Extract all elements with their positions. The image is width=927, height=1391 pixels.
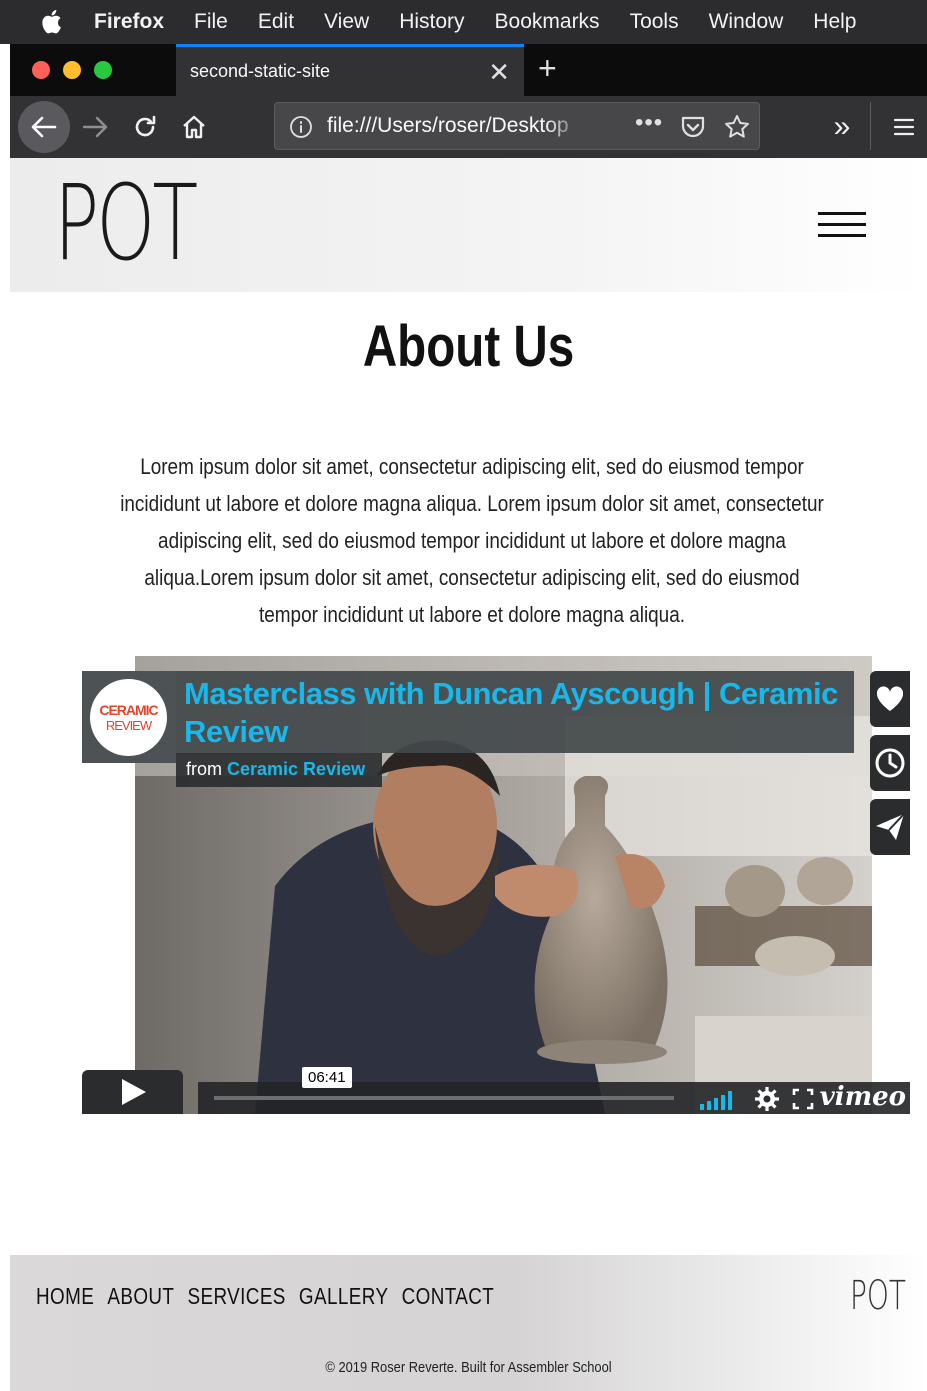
footer-nav: HOME ABOUT SERVICES GALLERY CONTACT	[36, 1283, 494, 1310]
page-title: About Us	[362, 314, 575, 379]
close-window-button[interactable]	[32, 61, 50, 79]
heart-icon	[876, 686, 904, 711]
home-icon	[183, 115, 205, 139]
hamburger-line	[818, 212, 866, 215]
footer-nav-home[interactable]: HOME	[36, 1283, 94, 1310]
progress-bar[interactable]	[214, 1096, 674, 1100]
tab-strip: second-static-site ✕ +	[10, 44, 927, 96]
app-menu-button[interactable]	[888, 111, 920, 143]
footer-logo[interactable]: POT	[850, 1273, 906, 1319]
reload-icon	[135, 115, 156, 137]
minimize-window-button[interactable]	[63, 61, 81, 79]
channel-link[interactable]: Ceramic Review	[227, 759, 365, 779]
footer-nav-services[interactable]: SERVICES	[187, 1283, 285, 1310]
back-arrow-icon	[31, 116, 57, 138]
settings-gear-icon[interactable]	[754, 1086, 780, 1112]
toolbar-divider	[870, 102, 871, 150]
play-icon	[121, 1079, 146, 1105]
channel-badge[interactable]: CERAMIC REVIEW	[82, 671, 176, 763]
overflow-chevron-icon[interactable]: »	[826, 110, 858, 143]
forward-button[interactable]	[80, 112, 110, 142]
info-icon[interactable]	[289, 115, 313, 139]
channel-logo-line2: REVIEW	[105, 718, 152, 733]
menu-window[interactable]: Window	[709, 10, 784, 34]
control-bar: 06:41 vimeo	[198, 1067, 910, 1114]
hamburger-line	[818, 234, 866, 237]
apple-icon[interactable]	[40, 9, 62, 35]
url-fade	[545, 107, 585, 145]
menu-app-name[interactable]: Firefox	[94, 10, 164, 34]
vimeo-video-player[interactable]: CERAMIC REVIEW Masterclass with Duncan A…	[82, 656, 910, 1116]
bookmark-star-icon[interactable]	[723, 113, 751, 141]
pocket-icon[interactable]	[679, 113, 707, 141]
macos-menu-bar: Firefox File Edit View History Bookmarks…	[0, 0, 927, 44]
site-menu-toggle[interactable]	[818, 212, 866, 238]
channel-logo-line1: CERAMIC	[99, 702, 158, 718]
video-title[interactable]: Masterclass with Duncan Ayscough | Ceram…	[176, 671, 854, 753]
watch-later-button[interactable]	[870, 735, 910, 791]
new-tab-icon[interactable]: +	[538, 50, 557, 87]
hamburger-line	[818, 223, 866, 226]
menu-help[interactable]: Help	[813, 10, 856, 34]
site-footer: HOME ABOUT SERVICES GALLERY CONTACT POT …	[10, 1255, 927, 1391]
vimeo-logo[interactable]: vimeo	[820, 1082, 906, 1112]
paper-plane-icon	[876, 813, 905, 840]
close-tab-icon[interactable]: ✕	[488, 57, 510, 88]
footer-nav-gallery[interactable]: GALLERY	[299, 1283, 389, 1310]
reload-button[interactable]	[130, 112, 160, 142]
window-controls	[32, 61, 112, 79]
menu-history[interactable]: History	[399, 10, 464, 34]
tab-title: second-static-site	[190, 61, 331, 81]
zoom-window-button[interactable]	[94, 61, 112, 79]
hamburger-menu-icon	[893, 118, 915, 136]
menu-bookmarks[interactable]: Bookmarks	[495, 10, 600, 34]
play-button[interactable]	[82, 1070, 183, 1114]
home-button[interactable]	[178, 111, 210, 143]
back-button[interactable]	[18, 101, 70, 153]
fullscreen-icon[interactable]	[792, 1088, 814, 1110]
video-controls: 06:41 vimeo	[82, 1067, 910, 1114]
copyright-text: © 2019 Roser Reverte. Built for Assemble…	[325, 1359, 612, 1376]
navigation-toolbar: file:///Users/roser/Desktop ••• »	[10, 96, 927, 158]
ceramic-review-logo: CERAMIC REVIEW	[90, 679, 167, 756]
share-button[interactable]	[870, 799, 910, 855]
clock-icon	[875, 748, 905, 778]
menu-view[interactable]: View	[324, 10, 369, 34]
menu-file[interactable]: File	[194, 10, 228, 34]
from-label: from	[186, 759, 222, 779]
menu-edit[interactable]: Edit	[258, 10, 294, 34]
intro-paragraph: Lorem ipsum dolor sit amet, consectetur …	[120, 454, 824, 627]
footer-nav-about[interactable]: ABOUT	[107, 1283, 174, 1310]
tab-second-static-site[interactable]: second-static-site ✕	[176, 44, 524, 96]
duration-tooltip: 06:41	[302, 1067, 352, 1088]
footer-nav-contact[interactable]: CONTACT	[402, 1283, 495, 1310]
url-bar[interactable]: file:///Users/roser/Desktop •••	[274, 102, 760, 150]
page-actions-icon[interactable]: •••	[635, 109, 663, 137]
like-button[interactable]	[870, 671, 910, 727]
volume-bars-icon[interactable]	[698, 1088, 738, 1110]
site-header: POT	[10, 158, 927, 292]
web-page: POT About Us Lorem ipsum dolor sit amet,…	[10, 158, 927, 1391]
video-byline: from Ceramic Review	[176, 753, 382, 787]
menu-tools[interactable]: Tools	[630, 10, 679, 34]
forward-arrow-icon	[82, 116, 108, 138]
site-logo[interactable]: POT	[54, 162, 198, 284]
